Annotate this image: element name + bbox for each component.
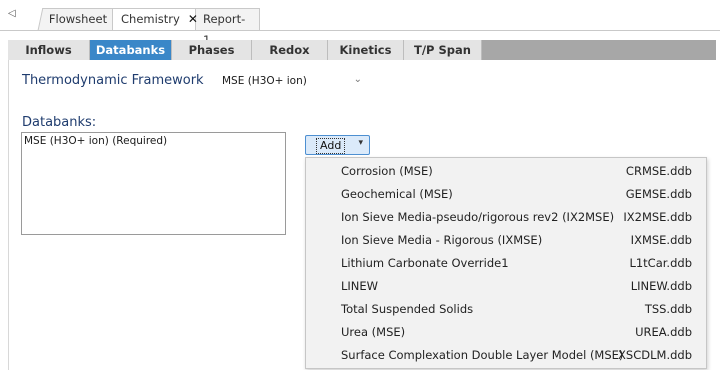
tab-report-1[interactable]: Report-1 — [194, 8, 260, 47]
menu-item-name: Lithium Carbonate Override1 — [341, 256, 509, 270]
tab-strip-divider — [0, 30, 720, 31]
chemistry-subtab-bar: Inflows Databanks Phases Redox Kinetics … — [8, 40, 716, 60]
menu-item-xscdlm[interactable]: Surface Complexation Double Layer Model … — [306, 344, 706, 367]
menu-item-geochemical[interactable]: Geochemical (MSE) GEMSE.ddb — [306, 183, 706, 206]
menu-item-file: IX2MSE.ddb — [623, 210, 692, 224]
menu-item-file: IXMSE.ddb — [630, 233, 692, 247]
menu-item-name: Urea (MSE) — [341, 325, 406, 339]
menu-item-tss[interactable]: Total Suspended Solids TSS.ddb — [306, 298, 706, 321]
thermodynamic-framework-select[interactable]: MSE (H3O+ ion) ⌄ — [216, 72, 366, 90]
add-databank-menu: Corrosion (MSE) CRMSE.ddb Geochemical (M… — [305, 157, 707, 369]
add-databank-button[interactable]: Add ▾ — [305, 135, 370, 155]
menu-item-corrosion[interactable]: Corrosion (MSE) CRMSE.ddb — [306, 160, 706, 183]
menu-item-file: UREA.ddb — [635, 325, 692, 339]
tab-chemistry[interactable]: Chemistry ✕ — [112, 8, 198, 31]
thermodynamic-framework-label: Thermodynamic Framework — [22, 73, 204, 88]
tab-flowsheet-label: Flowsheet — [48, 12, 108, 26]
subtab-phases[interactable]: Phases — [172, 40, 252, 60]
menu-item-name: Surface Complexation Double Layer Model … — [341, 348, 624, 362]
menu-item-name: Geochemical (MSE) — [341, 187, 453, 201]
subtab-databanks[interactable]: Databanks — [90, 40, 172, 60]
menu-item-name: Ion Sieve Media - Rigorous (IXMSE) — [341, 233, 543, 247]
dropdown-arrow-icon[interactable]: ▾ — [358, 138, 363, 148]
add-button-label: Add — [316, 138, 346, 154]
menu-item-file: CRMSE.ddb — [625, 164, 692, 178]
databanks-label: Databanks: — [22, 115, 97, 130]
menu-item-file: XSCDLM.ddb — [618, 348, 692, 362]
menu-item-lithium-carbonate[interactable]: Lithium Carbonate Override1 L1tCar.ddb — [306, 252, 706, 275]
tab-chemistry-label: Chemistry — [121, 12, 180, 26]
menu-item-name: Total Suspended Solids — [341, 302, 474, 316]
subtab-tp-span[interactable]: T/P Span — [404, 40, 482, 60]
menu-item-name: Ion Sieve Media-pseudo/rigorous rev2 (IX… — [341, 210, 615, 224]
menu-item-ixmse[interactable]: Ion Sieve Media - Rigorous (IXMSE) IXMSE… — [306, 229, 706, 252]
menu-item-file: GEMSE.ddb — [625, 187, 692, 201]
framework-select-value: MSE (H3O+ ion) — [222, 75, 307, 87]
menu-item-file: TSS.ddb — [644, 302, 692, 316]
chevron-down-icon: ⌄ — [353, 74, 362, 85]
menu-item-name: LINEW — [341, 279, 379, 293]
tab-flowsheet[interactable]: Flowsheet — [37, 8, 119, 30]
menu-item-file: LINEW.ddb — [630, 279, 692, 293]
subtab-kinetics[interactable]: Kinetics — [328, 40, 404, 60]
databanks-list[interactable]: MSE (H3O+ ion) (Required) — [21, 132, 286, 235]
subtab-redox[interactable]: Redox — [252, 40, 328, 60]
menu-item-file: L1tCar.ddb — [629, 256, 692, 270]
subtab-inflows[interactable]: Inflows — [8, 40, 90, 60]
list-item[interactable]: MSE (H3O+ ion) (Required) — [24, 135, 167, 147]
menu-item-linew[interactable]: LINEW LINEW.ddb — [306, 275, 706, 298]
tab-scroll-left-icon[interactable]: ◁ — [8, 8, 16, 19]
menu-item-name: Corrosion (MSE) — [341, 164, 433, 178]
menu-item-urea[interactable]: Urea (MSE) UREA.ddb — [306, 321, 706, 344]
close-icon[interactable]: ✕ — [188, 12, 198, 26]
menu-item-ix2mse[interactable]: Ion Sieve Media-pseudo/rigorous rev2 (IX… — [306, 206, 706, 229]
document-tab-strip: ◁ Flowsheet Report-1 Chemistry ✕ — [0, 0, 720, 47]
